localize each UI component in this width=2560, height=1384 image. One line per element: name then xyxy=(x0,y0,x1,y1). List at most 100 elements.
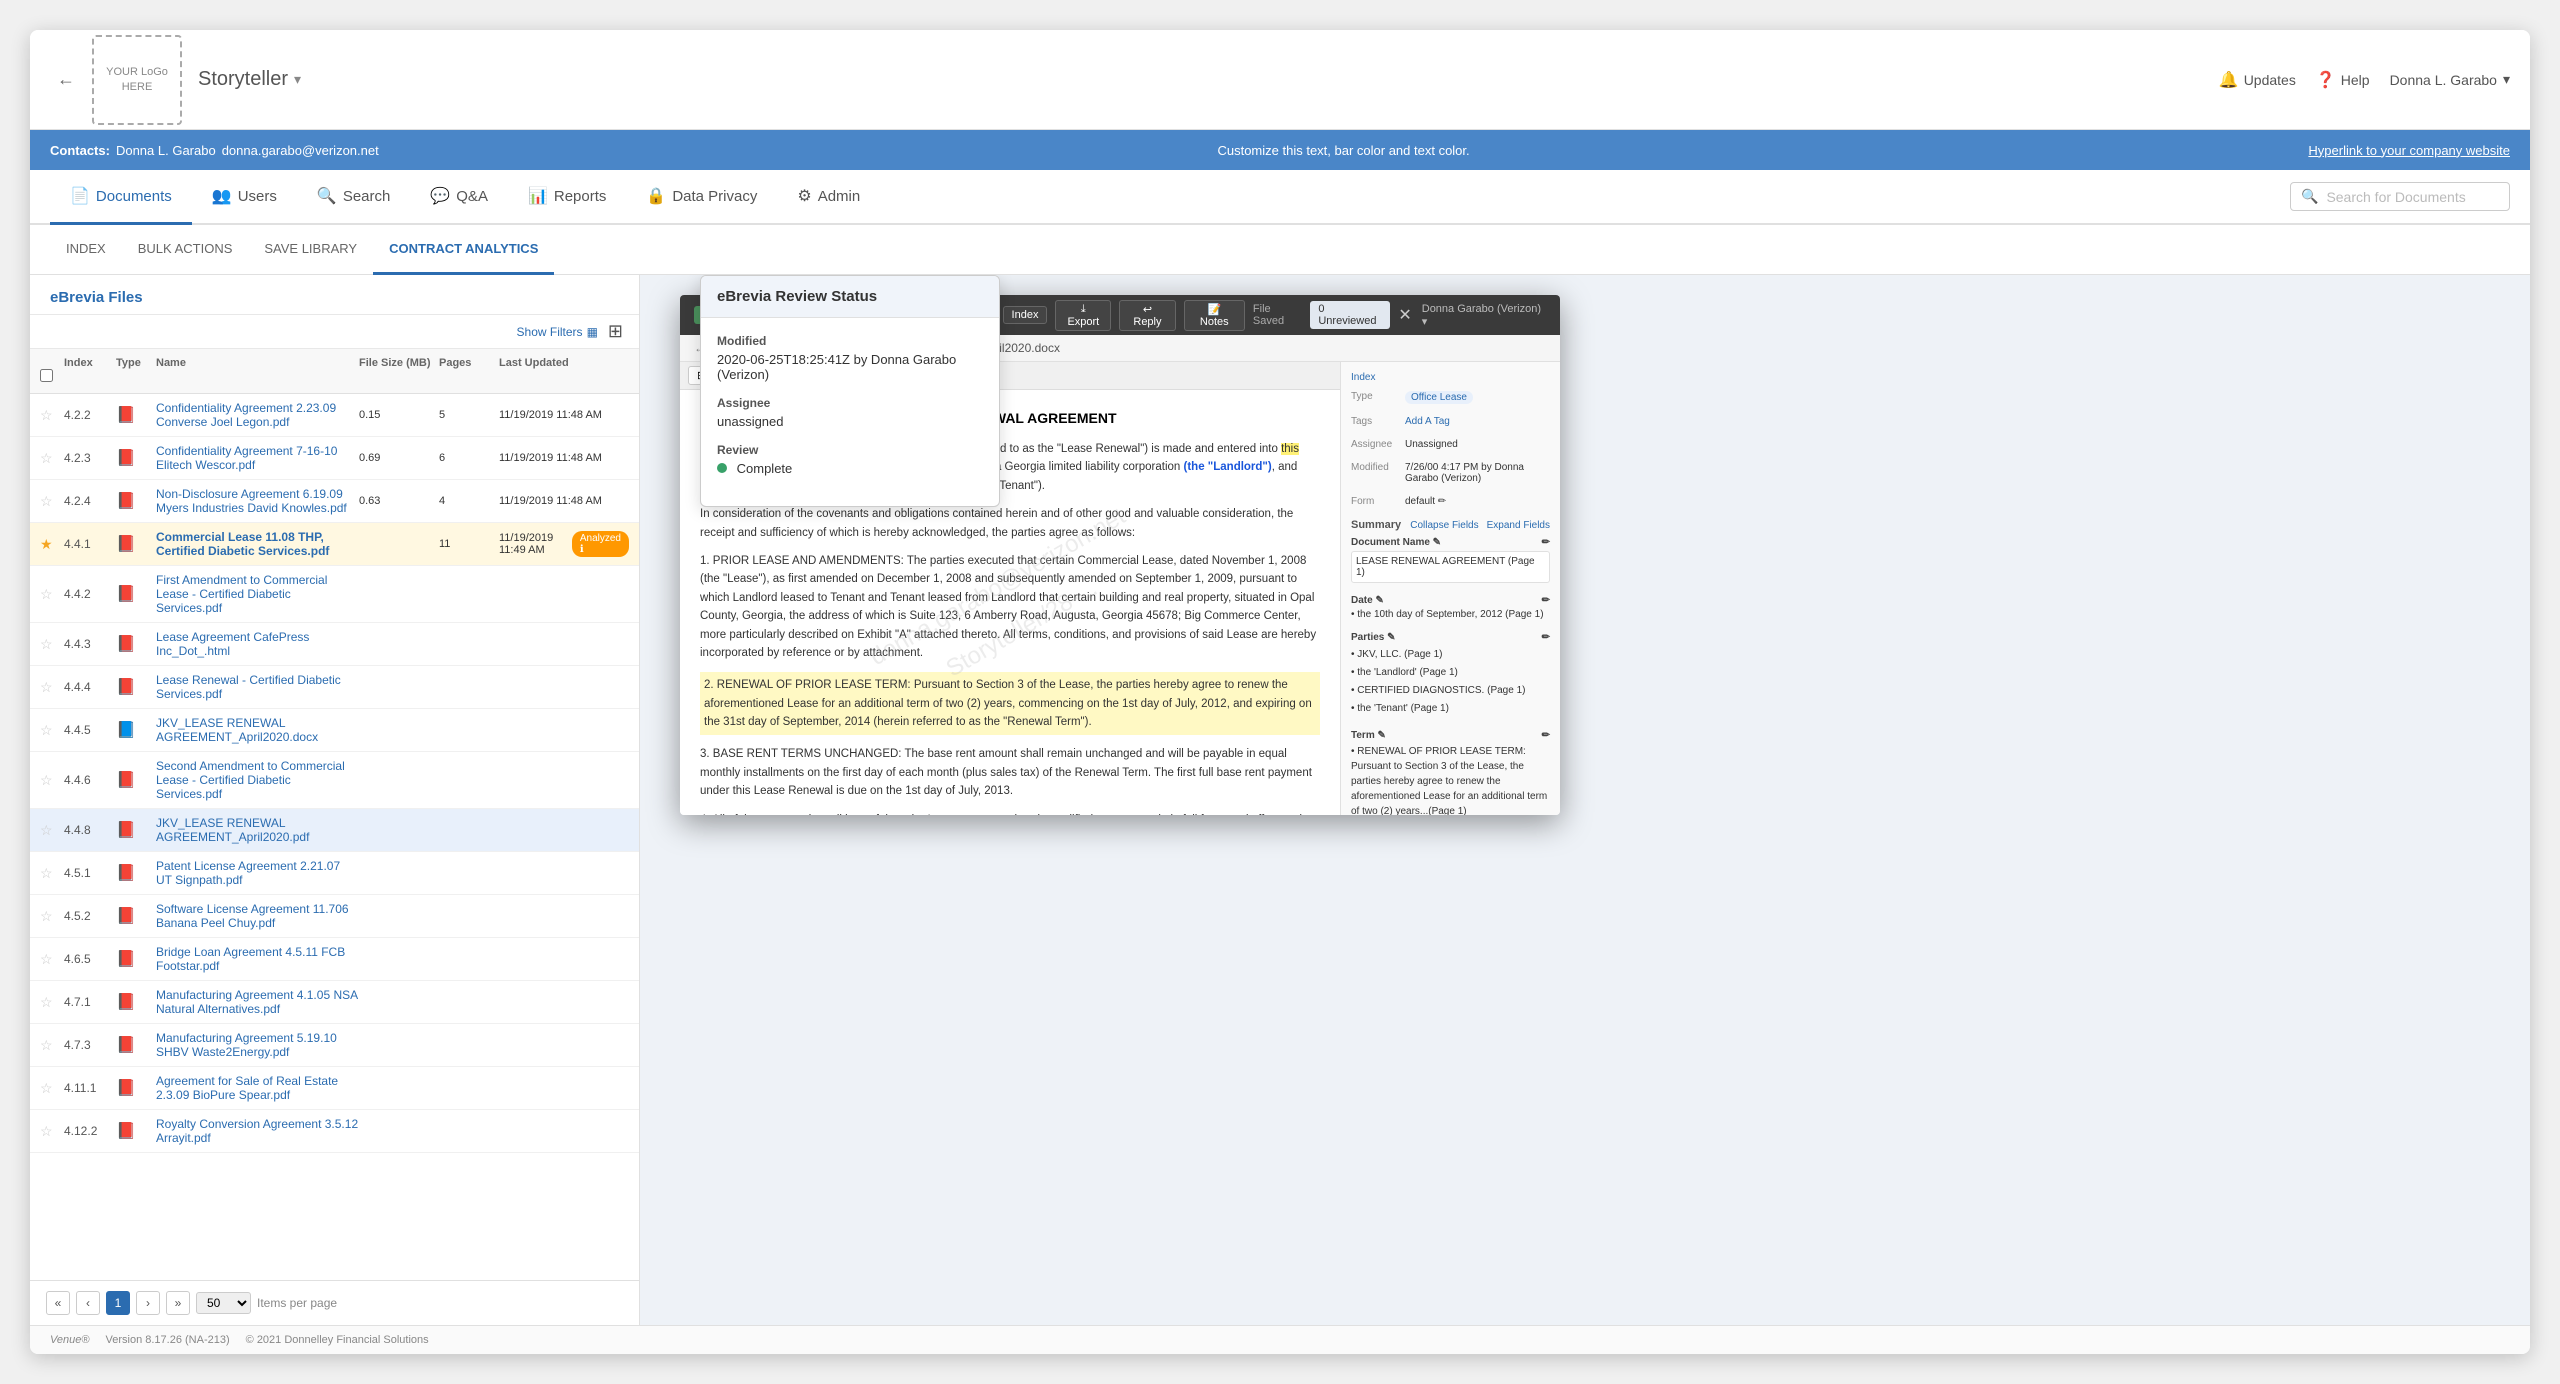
sub-tab-index[interactable]: INDEX xyxy=(50,225,122,275)
app-name-chevron-icon: ▾ xyxy=(294,71,301,88)
star-icon[interactable]: ☆ xyxy=(40,493,64,510)
star-icon[interactable]: ☆ xyxy=(40,822,64,839)
star-icon[interactable]: ☆ xyxy=(40,994,64,1011)
edit-doc-name-icon[interactable]: ✏ xyxy=(1542,537,1550,548)
user-menu-button[interactable]: Donna L. Garabo ▾ xyxy=(2390,71,2510,88)
summary-toolbar: Summary Collapse Fields Expand Fields xyxy=(1351,519,1550,531)
star-icon[interactable]: ☆ xyxy=(40,1080,64,1097)
star-icon[interactable]: ☆ xyxy=(40,908,64,925)
tab-users[interactable]: 👥 Users xyxy=(192,170,297,225)
last-page-button[interactable]: » xyxy=(166,1291,190,1315)
table-row[interactable]: ☆ 4.12.2 📕 Royalty Conversion Agreement … xyxy=(30,1110,639,1153)
table-row[interactable]: ☆ 4.5.1 📕 Patent License Agreement 2.21.… xyxy=(30,852,639,895)
table-row[interactable]: ★ 4.4.1 📕 Commercial Lease 11.08 THP, Ce… xyxy=(30,523,639,566)
sub-tab-contract-analytics[interactable]: CONTRACT ANALYTICS xyxy=(373,225,554,275)
table-row[interactable]: ☆ 4.4.5 📘 JKV_LEASE RENEWAL AGREEMENT_Ap… xyxy=(30,709,639,752)
star-icon[interactable]: ☆ xyxy=(40,586,64,603)
file-link[interactable]: First Amendment to Commercial Lease - Ce… xyxy=(156,573,359,615)
table-row[interactable]: ☆ 4.2.3 📕 Confidentiality Agreement 7-16… xyxy=(30,437,639,480)
tab-documents[interactable]: 📄 Documents xyxy=(50,170,192,225)
current-page-button[interactable]: 1 xyxy=(106,1291,130,1315)
back-button[interactable]: ← xyxy=(50,64,82,96)
table-row[interactable]: ☆ 4.4.4 📕 Lease Renewal - Certified Diab… xyxy=(30,666,639,709)
close-button[interactable]: ✕ xyxy=(1398,305,1411,325)
review-popup-title: eBrevia Review Status xyxy=(701,276,999,318)
unreviewed-status[interactable]: 0 Unreviewed xyxy=(1310,301,1390,329)
table-row[interactable]: ☆ 4.4.3 📕 Lease Agreement CafePress Inc_… xyxy=(30,623,639,666)
table-row[interactable]: ☆ 4.4.2 📕 First Amendment to Commercial … xyxy=(30,566,639,623)
file-link[interactable]: JKV_LEASE RENEWAL AGREEMENT_April2020.do… xyxy=(156,716,359,744)
help-button[interactable]: ❓ Help xyxy=(2316,70,2370,90)
tab-data-privacy[interactable]: 🔒 Data Privacy xyxy=(626,170,777,225)
footer: Venue® Version 8.17.26 (NA-213) © 2021 D… xyxy=(30,1325,2530,1354)
main-window: ← YOUR LoGo HERE Storyteller ▾ 🔔 Updates… xyxy=(30,30,2530,1354)
table-row[interactable]: ☆ 4.2.2 📕 Confidentiality Agreement 2.23… xyxy=(30,394,639,437)
table-row[interactable]: ☆ 4.7.1 📕 Manufacturing Agreement 4.1.05… xyxy=(30,981,639,1024)
table-row[interactable]: ☆ 4.7.3 📕 Manufacturing Agreement 5.19.1… xyxy=(30,1024,639,1067)
tab-admin[interactable]: ⚙ Admin xyxy=(777,170,880,225)
table-row[interactable]: ☆ 4.11.1 📕 Agreement for Sale of Real Es… xyxy=(30,1067,639,1110)
file-link[interactable]: Software License Agreement 11.706 Banana… xyxy=(156,902,359,930)
table-row[interactable]: ☆ 4.5.2 📕 Software License Agreement 11.… xyxy=(30,895,639,938)
updates-button[interactable]: 🔔 Updates xyxy=(2219,70,2296,90)
star-icon[interactable]: ☆ xyxy=(40,1123,64,1140)
collapse-fields-button[interactable]: Collapse Fields xyxy=(1410,520,1478,531)
table-row[interactable]: ☆ 4.4.6 📕 Second Amendment to Commercial… xyxy=(30,752,639,809)
notes-button[interactable]: 📝 Notes xyxy=(1184,300,1245,331)
star-icon[interactable]: ☆ xyxy=(40,679,64,696)
tab-reports[interactable]: 📊 Reports xyxy=(508,170,626,225)
sub-tab-bulk-actions[interactable]: BULK ACTIONS xyxy=(122,225,249,275)
star-icon[interactable]: ☆ xyxy=(40,865,64,882)
show-filters-button[interactable]: Show Filters ▦ xyxy=(517,325,598,339)
toolbar-row: Show Filters ▦ ⊞ xyxy=(30,315,639,349)
edit-parties-icon[interactable]: ✏ xyxy=(1542,632,1550,643)
next-page-button[interactable]: › xyxy=(136,1291,160,1315)
app-name-button[interactable]: Storyteller ▾ xyxy=(198,68,301,91)
reply-button[interactable]: ↩ Reply xyxy=(1119,300,1175,331)
prev-page-button[interactable]: ‹ xyxy=(76,1291,100,1315)
tab-search[interactable]: 🔍 Search xyxy=(297,170,410,225)
doc-viewer-actions: Index ⤓ Export ↩ Reply 📝 Notes File Save… xyxy=(995,300,1412,331)
expand-fields-button[interactable]: Expand Fields xyxy=(1487,520,1550,531)
file-link[interactable]: Patent License Agreement 2.21.07 UT Sign… xyxy=(156,859,359,887)
export-button[interactable]: ⤓ Export xyxy=(1055,300,1111,331)
file-link[interactable]: Lease Renewal - Certified Diabetic Servi… xyxy=(156,673,359,701)
table-row[interactable]: ☆ 4.2.4 📕 Non-Disclosure Agreement 6.19.… xyxy=(30,480,639,523)
sidebar-index-tab[interactable]: Index xyxy=(1351,372,1375,383)
index-button[interactable]: Index xyxy=(1003,306,1048,324)
file-link[interactable]: Manufacturing Agreement 4.1.05 NSA Natur… xyxy=(156,988,359,1016)
edit-date-icon[interactable]: ✏ xyxy=(1542,595,1550,606)
file-link[interactable]: Commercial Lease 11.08 THP, Certified Di… xyxy=(156,530,359,558)
tab-qa[interactable]: 💬 Q&A xyxy=(410,170,508,225)
file-link[interactable]: Confidentiality Agreement 7-16-10 Elitec… xyxy=(156,444,359,472)
add-tag-button[interactable]: Add A Tag xyxy=(1405,416,1450,427)
file-link[interactable]: Manufacturing Agreement 5.19.10 SHBV Was… xyxy=(156,1031,359,1059)
star-icon[interactable]: ☆ xyxy=(40,951,64,968)
file-link[interactable]: Bridge Loan Agreement 4.5.11 FCB Footsta… xyxy=(156,945,359,973)
review-assignee-field: Assignee unassigned xyxy=(717,396,983,429)
sub-tab-save-library[interactable]: SAVE LIBRARY xyxy=(248,225,373,275)
table-row[interactable]: ☆ 4.6.5 📕 Bridge Loan Agreement 4.5.11 F… xyxy=(30,938,639,981)
select-all-checkbox[interactable] xyxy=(40,369,53,382)
file-link[interactable]: Lease Agreement CafePress Inc_Dot_.html xyxy=(156,630,359,658)
search-documents-box[interactable]: 🔍 Search for Documents xyxy=(2290,182,2510,211)
file-link[interactable]: Confidentiality Agreement 2.23.09 Conver… xyxy=(156,401,359,429)
grid-view-icon[interactable]: ⊞ xyxy=(608,321,623,342)
edit-term-icon[interactable]: ✏ xyxy=(1542,730,1550,741)
first-page-button[interactable]: « xyxy=(46,1291,70,1315)
file-link[interactable]: Agreement for Sale of Real Estate 2.3.09… xyxy=(156,1074,359,1102)
file-link[interactable]: Non-Disclosure Agreement 6.19.09 Myers I… xyxy=(156,487,359,515)
table-row[interactable]: ☆ 4.4.8 📕 JKV_LEASE RENEWAL AGREEMENT_Ap… xyxy=(30,809,639,852)
star-icon[interactable]: ☆ xyxy=(40,450,64,467)
star-icon[interactable]: ☆ xyxy=(40,1037,64,1054)
file-link[interactable]: Second Amendment to Commercial Lease - C… xyxy=(156,759,359,801)
star-icon[interactable]: ☆ xyxy=(40,772,64,789)
star-icon[interactable]: ☆ xyxy=(40,407,64,424)
per-page-select[interactable]: 50 25 100 xyxy=(196,1292,251,1314)
file-link[interactable]: JKV_LEASE RENEWAL AGREEMENT_April2020.pd… xyxy=(156,816,359,844)
star-icon[interactable]: ☆ xyxy=(40,636,64,653)
star-icon[interactable]: ★ xyxy=(40,536,64,553)
star-icon[interactable]: ☆ xyxy=(40,722,64,739)
file-link[interactable]: Royalty Conversion Agreement 3.5.12 Arra… xyxy=(156,1117,359,1145)
doc-name-section: Document Name ✎ ✏ LEASE RENEWAL AGREEMEN… xyxy=(1351,537,1550,583)
